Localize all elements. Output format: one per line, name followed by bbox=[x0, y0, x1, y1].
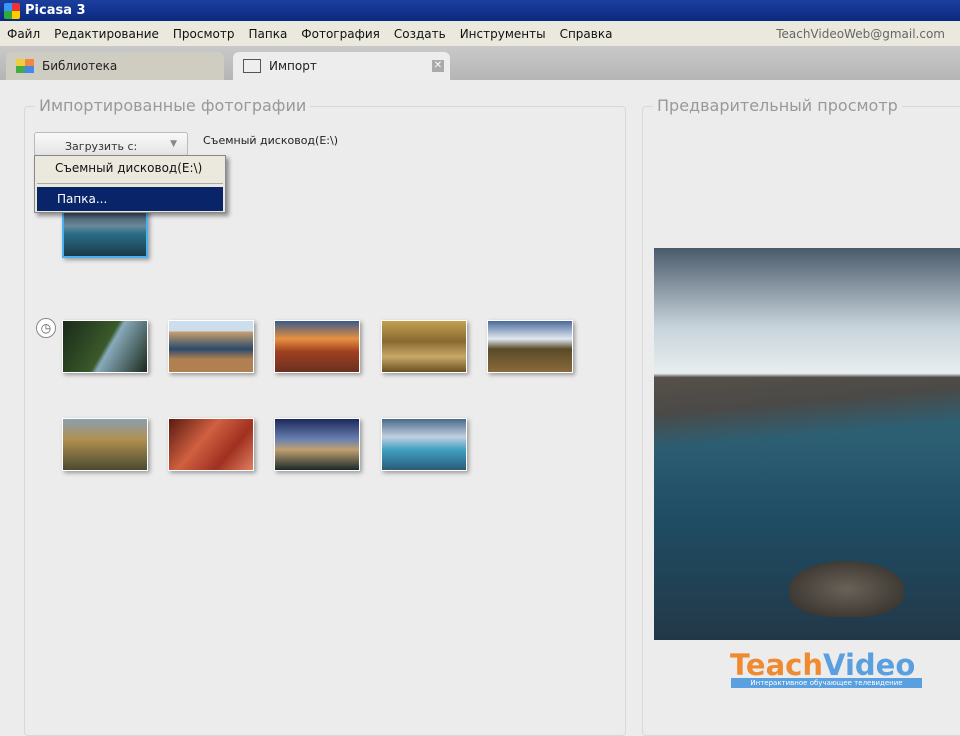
menu-separator bbox=[37, 183, 223, 184]
photo-thumbnail[interactable] bbox=[274, 320, 360, 373]
menu-edit[interactable]: Редактирование bbox=[47, 27, 166, 41]
load-from-dropdown[interactable]: Загрузить с: ▼ bbox=[34, 132, 188, 156]
preview-rock bbox=[789, 561, 904, 617]
photo-thumbnail[interactable] bbox=[168, 320, 254, 373]
teachvideo-watermark: TeachVideo bbox=[730, 648, 915, 682]
photo-thumbnail[interactable] bbox=[62, 320, 148, 373]
clock-icon: ◷ bbox=[36, 318, 56, 338]
title-bar: Picasa 3 bbox=[0, 0, 960, 21]
photo-thumbnail[interactable] bbox=[168, 418, 254, 471]
window-title: Picasa 3 bbox=[25, 3, 86, 18]
load-from-menu: Съемный дисковод(E:\) Папка... bbox=[34, 155, 226, 213]
photo-thumbnail[interactable] bbox=[487, 320, 573, 373]
tab-bar: Библиотека Импорт ✕ bbox=[0, 46, 960, 80]
menu-file[interactable]: Файл bbox=[0, 27, 47, 41]
menu-tools[interactable]: Инструменты bbox=[453, 27, 553, 41]
menu-folder[interactable]: Папка bbox=[241, 27, 294, 41]
tab-label: Импорт bbox=[269, 59, 317, 73]
menu-help[interactable]: Справка bbox=[553, 27, 620, 41]
tab-import[interactable]: Импорт ✕ bbox=[233, 52, 450, 80]
camera-icon bbox=[243, 59, 261, 73]
menu-item-folder[interactable]: Папка... bbox=[37, 187, 223, 211]
panel-legend: Предварительный просмотр bbox=[653, 96, 902, 115]
preview-image bbox=[654, 248, 960, 640]
tab-label: Библиотека bbox=[42, 59, 118, 73]
photo-thumbnail[interactable] bbox=[381, 320, 467, 373]
panel-legend: Импортированные фотографии bbox=[35, 96, 311, 115]
menu-photo[interactable]: Фотография bbox=[294, 27, 387, 41]
tab-library[interactable]: Библиотека bbox=[6, 52, 224, 80]
watermark-tagline: Интерактивное обучающее телевидение bbox=[731, 678, 922, 688]
account-email[interactable]: TeachVideoWeb@gmail.com bbox=[769, 27, 952, 41]
photo-thumbnail[interactable] bbox=[62, 418, 148, 471]
close-icon[interactable]: ✕ bbox=[432, 60, 444, 72]
source-label: Съемный дисковод(E:\) bbox=[203, 134, 338, 147]
menu-create[interactable]: Создать bbox=[387, 27, 453, 41]
dropdown-label: Загрузить с: bbox=[65, 140, 138, 153]
menu-view[interactable]: Просмотр bbox=[166, 27, 242, 41]
menu-item-removable-drive[interactable]: Съемный дисковод(E:\) bbox=[35, 156, 225, 180]
chevron-down-icon: ▼ bbox=[170, 139, 177, 149]
brand-b: Video bbox=[823, 648, 916, 682]
photo-thumbnail[interactable] bbox=[274, 418, 360, 471]
menu-bar: Файл Редактирование Просмотр Папка Фотог… bbox=[0, 21, 960, 46]
photo-thumbnail[interactable] bbox=[381, 418, 467, 471]
picasa-logo-icon bbox=[4, 2, 20, 19]
library-icon bbox=[16, 59, 34, 73]
brand-a: Teach bbox=[730, 648, 824, 682]
